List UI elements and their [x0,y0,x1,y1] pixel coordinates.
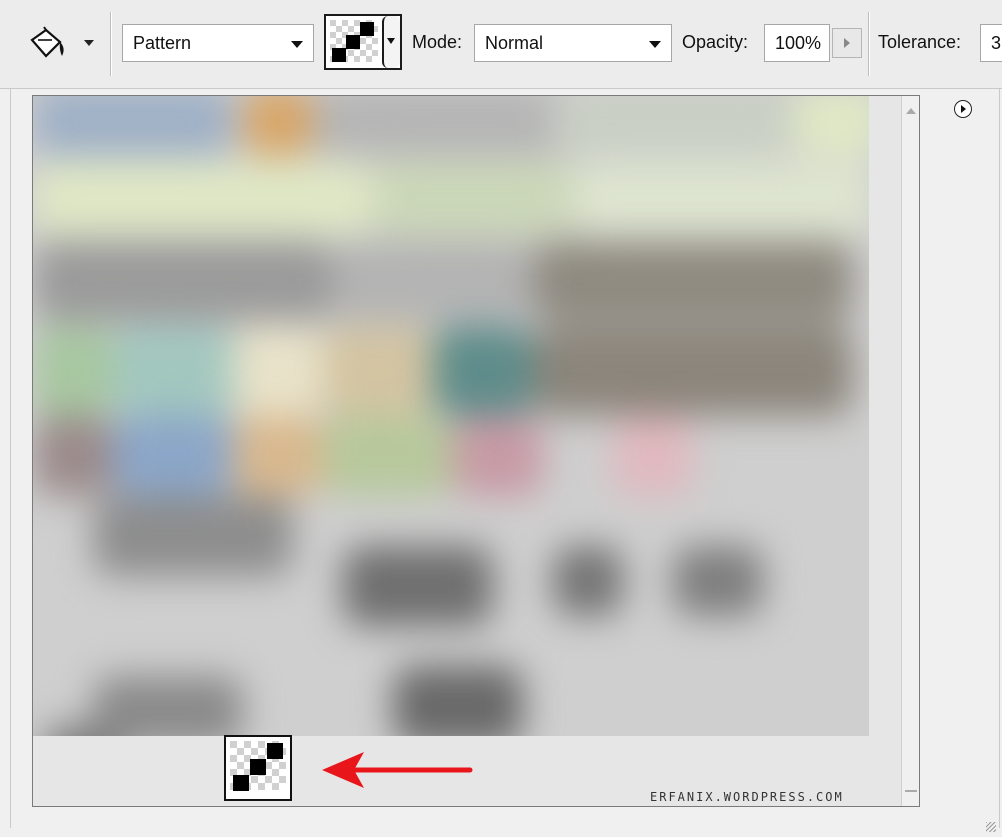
toolbar-divider [868,12,869,76]
scroll-up-arrow-icon[interactable] [906,108,916,114]
tolerance-input[interactable]: 3 [980,24,1002,62]
tool-preset-picker[interactable] [22,22,102,66]
pattern-list-scrollbar[interactable] [901,96,919,806]
mode-label: Mode: [412,32,463,52]
chevron-down-icon [649,41,661,48]
selected-pattern-thumbnail[interactable] [224,735,292,801]
pattern-picker-button[interactable] [324,14,402,70]
opacity-slider-button[interactable] [832,28,862,58]
play-icon [961,105,966,113]
toolbar-divider [110,12,111,76]
resize-grip-icon[interactable] [986,822,996,832]
tolerance-label: Tolerance: [878,32,962,52]
fill-source-select[interactable]: Pattern [122,24,314,62]
watermark: ERFANIX.WORDPRESS.COM [650,790,844,804]
options-bar: Pattern Mode: Normal Opacity: 100% Toler… [0,0,1002,89]
checkerboard-pattern-icon [230,741,286,795]
chevron-down-icon [291,41,303,48]
opacity-label: Opacity: [682,32,749,52]
fill-source-value: Pattern [133,33,192,53]
blurred-pattern-thumbnails [33,96,869,736]
tolerance-value: 3 [991,33,1002,53]
paint-bucket-icon [30,26,64,58]
chevron-down-icon [387,38,395,44]
annotation-arrow-icon [322,752,473,788]
chevron-down-icon [84,40,94,46]
checkerboard-pattern-icon [330,20,378,64]
chevron-right-icon [844,38,850,48]
pattern-swatches-area [32,95,920,807]
mode-select[interactable]: Normal [474,24,672,62]
mode-value: Normal [485,33,544,53]
pattern-picker-arrow[interactable] [382,16,400,68]
pattern-thumbnail-grid [33,96,869,736]
opacity-value: 100% [775,33,822,53]
opacity-input[interactable]: 100% [764,24,830,62]
panel-menu-arrow-icon[interactable] [954,100,972,118]
scroll-down-arrow-icon[interactable] [905,790,917,792]
